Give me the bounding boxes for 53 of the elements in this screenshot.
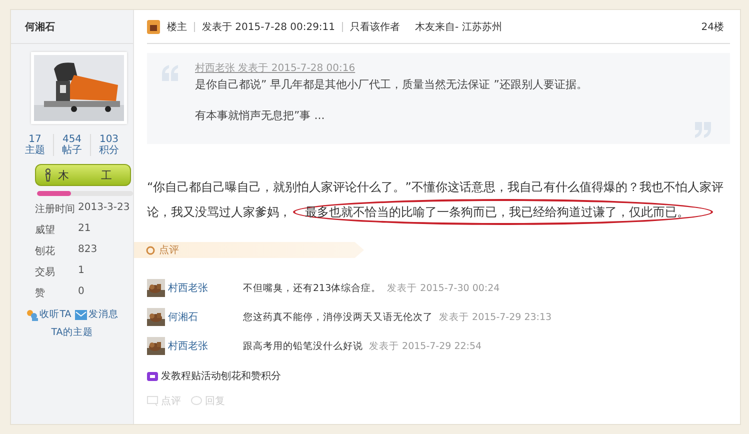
stat-label[interactable]: 积分 [99, 145, 119, 156]
circle-icon [146, 246, 155, 254]
rating-label: 点评 [159, 244, 179, 257]
stat-value[interactable]: 103 [99, 134, 119, 145]
comment-time: 发表于 2015-7-29 23:13 [439, 310, 552, 324]
user-badge-icon [147, 20, 160, 34]
stat-value[interactable]: 454 [62, 134, 82, 145]
stat-value[interactable]: 17 [28, 134, 42, 145]
comment-user[interactable]: 何湘石 [168, 310, 240, 324]
info-value: 21 [78, 223, 92, 236]
comment-user[interactable]: 村西老张 [168, 339, 240, 353]
comment-user[interactable]: 村西老张 [168, 281, 240, 295]
info-label: 赞 [35, 287, 46, 300]
circled-text: 最多也就不恰当的比喻了一条狗而已，我已经给狗道过谦了，仅此而已。 [293, 198, 713, 224]
info-value: 823 [78, 244, 98, 257]
role-label: 楼主 [167, 20, 187, 34]
info-value: 0 [78, 286, 86, 299]
quote-text: 有本事就悄声无息把”事 ... [195, 108, 326, 123]
author-only-link[interactable]: 只看该作者 [350, 20, 400, 34]
rank-text: 工 [101, 168, 112, 182]
post-text: “你自己都自己曝自己，就别怕人家评论什么了。”不懂你这话意思，我自己有什么值得爆的？我也不怕人家评 [147, 178, 724, 194]
stat-label[interactable]: 帖子 [62, 145, 82, 156]
reply-icon [191, 396, 202, 406]
post-text: 论，我又没骂过人家爹妈， [147, 204, 291, 220]
username[interactable]: 何湘石 [11, 10, 133, 44]
open-quote-icon [161, 65, 179, 81]
post-time: 发表于 2015-7-28 00:29:11 [202, 20, 336, 34]
comment-icon [147, 396, 158, 406]
tag-icon [147, 372, 158, 380]
follow-link[interactable]: 收听TA [26, 308, 72, 321]
rank-text: 木 [58, 168, 69, 182]
stat-label[interactable]: 主题 [25, 145, 45, 156]
users-icon [26, 308, 39, 320]
info-label: 刨花 [35, 244, 56, 258]
info-label: 威望 [35, 224, 56, 237]
comment-text: 不但嘴臭，还有213体综合症。 [243, 282, 382, 294]
comment-text: 跟高考用的铅笔没什么好说 [243, 340, 363, 352]
promo-link[interactable]: 发教程贴活动刨花和赞积分 [147, 369, 730, 383]
comment-text: 您这药真不能停，消停没两天又语无伦次了 [243, 310, 433, 324]
message-link[interactable]: 发消息 [75, 308, 118, 321]
close-quote-icon [694, 122, 712, 138]
info-value: 1 [78, 265, 86, 278]
comment-time: 发表于 2015-7-29 22:54 [369, 340, 482, 352]
envelope-icon [75, 310, 88, 320]
comment-time: 发表于 2015-7-30 00:24 [387, 282, 500, 294]
figure-icon [44, 168, 52, 182]
user-location: 木友来自- 江苏苏州 [415, 20, 502, 34]
floor-number: 24楼 [701, 20, 724, 34]
info-label: 注册时间 [35, 202, 76, 216]
info-label: 交易 [35, 266, 56, 279]
info-value: 2013-3-23 [78, 202, 131, 215]
topics-link[interactable]: TA的主题 [51, 326, 93, 339]
quote-text: 是你自己都说” 早几年都是其他小厂代工，质量当然无法保证 ”还跟别人要证据。 [195, 77, 588, 92]
